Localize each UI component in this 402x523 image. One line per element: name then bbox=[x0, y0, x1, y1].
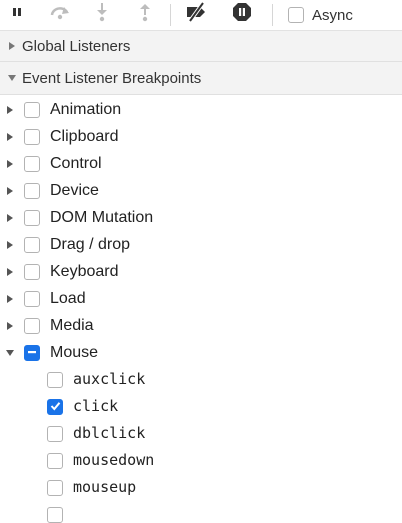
event-row-click[interactable]: click bbox=[0, 393, 402, 420]
category-checkbox[interactable] bbox=[24, 183, 40, 199]
section-event-listener-breakpoints[interactable]: Event Listener Breakpoints bbox=[0, 62, 402, 95]
category-checkbox[interactable] bbox=[24, 129, 40, 145]
event-checkbox[interactable] bbox=[47, 426, 63, 442]
category-label: DOM Mutation bbox=[50, 209, 154, 226]
triangle-right-icon[interactable] bbox=[4, 320, 16, 332]
triangle-right-icon[interactable] bbox=[4, 293, 16, 305]
async-label: Async bbox=[312, 6, 353, 24]
category-row-load[interactable]: Load bbox=[0, 285, 402, 312]
category-label: Mouse bbox=[50, 344, 99, 361]
category-row-drag-drop[interactable]: Drag / drop bbox=[0, 231, 402, 258]
event-row-auxclick[interactable]: auxclick bbox=[0, 366, 402, 393]
checkmark-icon bbox=[50, 398, 61, 416]
category-label: Keyboard bbox=[50, 263, 119, 280]
event-checkbox[interactable] bbox=[47, 507, 63, 523]
event-checkbox[interactable] bbox=[47, 372, 63, 388]
async-checkbox[interactable] bbox=[288, 7, 304, 23]
category-label: Drag / drop bbox=[50, 236, 131, 253]
category-checkbox[interactable] bbox=[24, 102, 40, 118]
event-row-partial[interactable] bbox=[0, 501, 402, 523]
category-checkbox[interactable] bbox=[24, 237, 40, 253]
category-label: Control bbox=[50, 155, 102, 172]
category-row-mouse[interactable]: Mouse bbox=[0, 339, 402, 366]
toolbar-separator bbox=[272, 4, 273, 26]
breakpoint-category-list: Animation Clipboard Control Device DOM M… bbox=[0, 96, 402, 523]
category-checkbox[interactable] bbox=[24, 156, 40, 172]
step-out-button[interactable] bbox=[134, 3, 156, 25]
deactivate-breakpoints-icon bbox=[184, 1, 210, 27]
event-row-mouseup[interactable]: mouseup bbox=[0, 474, 402, 501]
category-row-animation[interactable]: Animation bbox=[0, 96, 402, 123]
event-label: mouseup bbox=[73, 478, 137, 496]
category-row-dom-mutation[interactable]: DOM Mutation bbox=[0, 204, 402, 231]
triangle-down-icon bbox=[6, 73, 18, 83]
event-checkbox-checked[interactable] bbox=[47, 399, 63, 415]
event-checkbox[interactable] bbox=[47, 480, 63, 496]
triangle-right-icon[interactable] bbox=[4, 266, 16, 278]
category-checkbox[interactable] bbox=[24, 318, 40, 334]
step-over-button[interactable] bbox=[49, 3, 71, 25]
triangle-down-icon[interactable] bbox=[4, 347, 16, 359]
category-label: Device bbox=[50, 182, 99, 199]
minus-icon bbox=[27, 344, 37, 362]
event-row-mousedown[interactable]: mousedown bbox=[0, 447, 402, 474]
triangle-right-icon[interactable] bbox=[4, 158, 16, 170]
step-into-icon bbox=[95, 2, 109, 27]
category-label: Animation bbox=[50, 101, 122, 118]
event-label: auxclick bbox=[73, 370, 146, 388]
event-checkbox[interactable] bbox=[47, 453, 63, 469]
category-checkbox[interactable] bbox=[24, 291, 40, 307]
section-global-listeners[interactable]: Global Listeners bbox=[0, 31, 402, 62]
category-row-clipboard[interactable]: Clipboard bbox=[0, 123, 402, 150]
step-over-icon bbox=[48, 3, 72, 26]
section-title: Event Listener Breakpoints bbox=[22, 69, 202, 87]
category-row-media[interactable]: Media bbox=[0, 312, 402, 339]
deactivate-breakpoints-button[interactable] bbox=[184, 1, 210, 27]
step-into-button[interactable] bbox=[91, 2, 113, 27]
toolbar-separator bbox=[170, 4, 171, 26]
category-checkbox[interactable] bbox=[24, 210, 40, 226]
triangle-right-icon[interactable] bbox=[4, 104, 16, 116]
category-checkbox[interactable] bbox=[24, 264, 40, 280]
pause-on-exceptions-icon bbox=[232, 2, 252, 27]
category-checkbox-mixed[interactable] bbox=[24, 345, 40, 361]
event-label: mousedown bbox=[73, 451, 155, 469]
pause-on-exceptions-button[interactable] bbox=[231, 2, 253, 27]
triangle-right-icon[interactable] bbox=[4, 131, 16, 143]
event-label: click bbox=[73, 397, 119, 415]
pause-button[interactable] bbox=[6, 3, 28, 25]
triangle-right-icon[interactable] bbox=[4, 239, 16, 251]
step-out-icon bbox=[138, 2, 152, 27]
category-label: Load bbox=[50, 290, 86, 307]
category-row-keyboard[interactable]: Keyboard bbox=[0, 258, 402, 285]
category-label: Clipboard bbox=[50, 128, 119, 145]
event-row-dblclick[interactable]: dblclick bbox=[0, 420, 402, 447]
triangle-right-icon bbox=[6, 41, 18, 51]
debugger-toolbar: Async bbox=[0, 0, 402, 31]
triangle-right-icon[interactable] bbox=[4, 185, 16, 197]
category-row-control[interactable]: Control bbox=[0, 150, 402, 177]
category-label: Media bbox=[50, 317, 94, 334]
category-row-device[interactable]: Device bbox=[0, 177, 402, 204]
event-label: dblclick bbox=[73, 424, 146, 442]
pause-icon bbox=[10, 5, 24, 24]
triangle-right-icon[interactable] bbox=[4, 212, 16, 224]
section-title: Global Listeners bbox=[22, 37, 131, 55]
async-toggle[interactable]: Async bbox=[288, 4, 353, 26]
